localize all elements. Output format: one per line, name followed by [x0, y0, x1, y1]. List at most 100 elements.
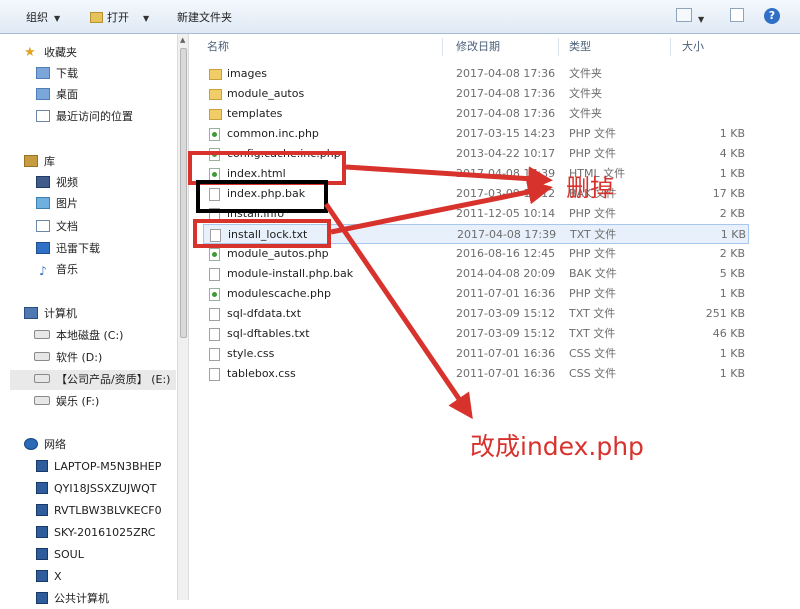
- folder-row[interactable]: images 2017-04-08 17:36 文件夹: [203, 64, 749, 84]
- file-row[interactable]: modulescache.php 2011-07-01 16:36 PHP 文件 1 …: [203, 284, 749, 304]
- nav-videos[interactable]: 视频: [36, 173, 78, 193]
- nav-drive-f[interactable]: 娱乐 (F:): [34, 392, 99, 412]
- nav-music[interactable]: ♪ 音乐: [36, 260, 78, 280]
- nav-thunder-downloads[interactable]: 迅雷下载: [36, 239, 100, 259]
- folder-icon: [209, 89, 222, 100]
- nav-computer[interactable]: 计算机: [24, 304, 77, 324]
- php-file-icon: [209, 248, 220, 261]
- file-date: 2011-07-01 16:36: [456, 287, 556, 300]
- nav-label: 收藏夹: [44, 46, 77, 59]
- file-row[interactable]: sql-dfdata.txt 2017-03-09 15:12 TXT 文件 251 …: [203, 304, 749, 324]
- network-computer-icon: [36, 548, 48, 560]
- nav-drive-c[interactable]: 本地磁盘 (C:): [34, 326, 123, 346]
- disk-drive-icon: [34, 374, 50, 383]
- file-row[interactable]: sql-dftables.txt 2017-03-09 15:12 TXT 文件 46…: [203, 324, 749, 344]
- nav-drive-e[interactable]: 【公司产品/资质】 (E:): [10, 370, 176, 390]
- file-date: 2017-04-08 17:36: [456, 67, 556, 80]
- file-date: 2017-04-08 17:36: [456, 87, 556, 100]
- file-row[interactable]: module-install.php.bak 2014-04-08 20:09 BA…: [203, 264, 749, 284]
- file-type: TXT 文件: [570, 228, 617, 241]
- file-date: 2014-04-08 20:09: [456, 267, 556, 280]
- file-list: 名称 修改日期 类型 大小 images 2017-04-08 17:36 文件夹 m…: [190, 34, 800, 600]
- nav-label: 文档: [56, 220, 78, 233]
- file-name: style.css: [227, 347, 275, 360]
- nav-downloads[interactable]: 下载: [36, 64, 78, 84]
- nav-label: QYI18JSSXZUJWQT: [54, 482, 157, 495]
- desktop-icon: [36, 88, 50, 100]
- folder-row[interactable]: templates 2017-04-08 17:36 文件夹: [203, 104, 749, 124]
- music-note-icon: ♪: [36, 265, 50, 277]
- column-divider[interactable]: [442, 38, 443, 56]
- nav-favorites[interactable]: ★ 收藏夹: [24, 43, 77, 63]
- nav-label: 迅雷下载: [56, 242, 100, 255]
- column-divider[interactable]: [670, 38, 671, 56]
- disk-drive-icon: [34, 330, 50, 339]
- scrollbar-thumb[interactable]: [180, 48, 187, 338]
- nav-network-pc[interactable]: LAPTOP-M5N3BHEP: [36, 457, 161, 477]
- text-file-icon: [209, 268, 220, 281]
- folder-icon: [209, 109, 222, 120]
- column-header-type[interactable]: 类型: [569, 36, 591, 58]
- folder-icon: [209, 69, 222, 80]
- new-folder-button[interactable]: 新建文件夹: [177, 9, 232, 27]
- annotation-box-rename: [196, 180, 328, 213]
- nav-label: 音乐: [56, 263, 78, 276]
- column-header-name[interactable]: 名称: [207, 36, 229, 58]
- nav-network-pc[interactable]: X: [36, 567, 62, 587]
- file-row[interactable]: common.inc.php 2017-03-15 14:23 PHP 文件 1 KB: [203, 124, 749, 144]
- file-name: module_autos: [227, 87, 305, 100]
- nav-label: 本地磁盘 (C:): [56, 329, 124, 342]
- php-file-icon: [209, 288, 220, 301]
- change-view-button[interactable]: ▼: [676, 8, 704, 26]
- file-size: 2 KB: [719, 207, 745, 220]
- nav-label: SKY-20161025ZRC: [54, 526, 156, 539]
- file-size: 1 KB: [719, 287, 745, 300]
- nav-label: SOUL: [54, 548, 84, 561]
- nav-documents[interactable]: 文档: [36, 217, 78, 237]
- file-date: 2017-04-08 17:39: [456, 167, 556, 180]
- file-row[interactable]: style.css 2011-07-01 16:36 CSS 文件 1 KB: [203, 344, 749, 364]
- nav-libraries[interactable]: 库: [24, 152, 55, 172]
- preview-pane-button[interactable]: [730, 8, 744, 26]
- nav-network-pc[interactable]: 公共计算机: [36, 589, 109, 609]
- annotation-box-delete: [193, 219, 331, 248]
- new-folder-label: 新建文件夹: [177, 11, 232, 24]
- chevron-down-icon: ▼: [143, 14, 150, 23]
- file-name: sql-dftables.txt: [227, 327, 310, 340]
- network-computer-icon: [36, 526, 48, 538]
- organize-button[interactable]: 组织 ▼: [26, 9, 60, 27]
- file-size: 1 KB: [719, 367, 745, 380]
- open-button[interactable]: 打开 ▼: [90, 9, 149, 27]
- nav-network[interactable]: 网络: [24, 435, 66, 455]
- folder-row[interactable]: module_autos 2017-04-08 17:36 文件夹: [203, 84, 749, 104]
- file-size: 5 KB: [719, 267, 745, 280]
- column-header-size[interactable]: 大小: [682, 36, 704, 58]
- text-file-icon: [209, 308, 220, 321]
- scroll-up-icon[interactable]: ▲: [180, 36, 185, 44]
- file-date: 2011-12-05 10:14: [456, 207, 556, 220]
- file-date: 2011-07-01 16:36: [456, 347, 556, 360]
- nav-recent-places[interactable]: 最近访问的位置: [36, 107, 133, 127]
- nav-network-pc[interactable]: SKY-20161025ZRC: [36, 523, 156, 543]
- nav-label: 视频: [56, 176, 78, 189]
- star-icon: ★: [24, 45, 36, 60]
- nav-scrollbar[interactable]: ▲: [177, 34, 189, 600]
- file-name: tablebox.css: [227, 367, 296, 380]
- file-type: 文件夹: [569, 87, 602, 100]
- column-header-date[interactable]: 修改日期: [456, 36, 500, 58]
- file-type: TXT 文件: [569, 327, 616, 340]
- command-toolbar: 组织 ▼ 打开 ▼ 新建文件夹 ▼ ?: [0, 0, 800, 34]
- file-row[interactable]: tablebox.css 2011-07-01 16:36 CSS 文件 1 KB: [203, 364, 749, 384]
- nav-network-pc[interactable]: SOUL: [36, 545, 84, 565]
- file-size: 2 KB: [719, 247, 745, 260]
- open-folder-icon: [90, 12, 103, 23]
- nav-network-pc[interactable]: RVTLBW3BLVKECF0: [36, 501, 162, 521]
- nav-drive-d[interactable]: 软件 (D:): [34, 348, 102, 368]
- nav-pictures[interactable]: 图片: [36, 194, 78, 214]
- column-divider[interactable]: [558, 38, 559, 56]
- organize-label: 组织: [26, 11, 48, 24]
- nav-desktop[interactable]: 桌面: [36, 85, 78, 105]
- file-date: 2017-03-09 15:12: [456, 187, 556, 200]
- help-button[interactable]: ?: [764, 8, 780, 26]
- nav-network-pc[interactable]: QYI18JSSXZUJWQT: [36, 479, 156, 499]
